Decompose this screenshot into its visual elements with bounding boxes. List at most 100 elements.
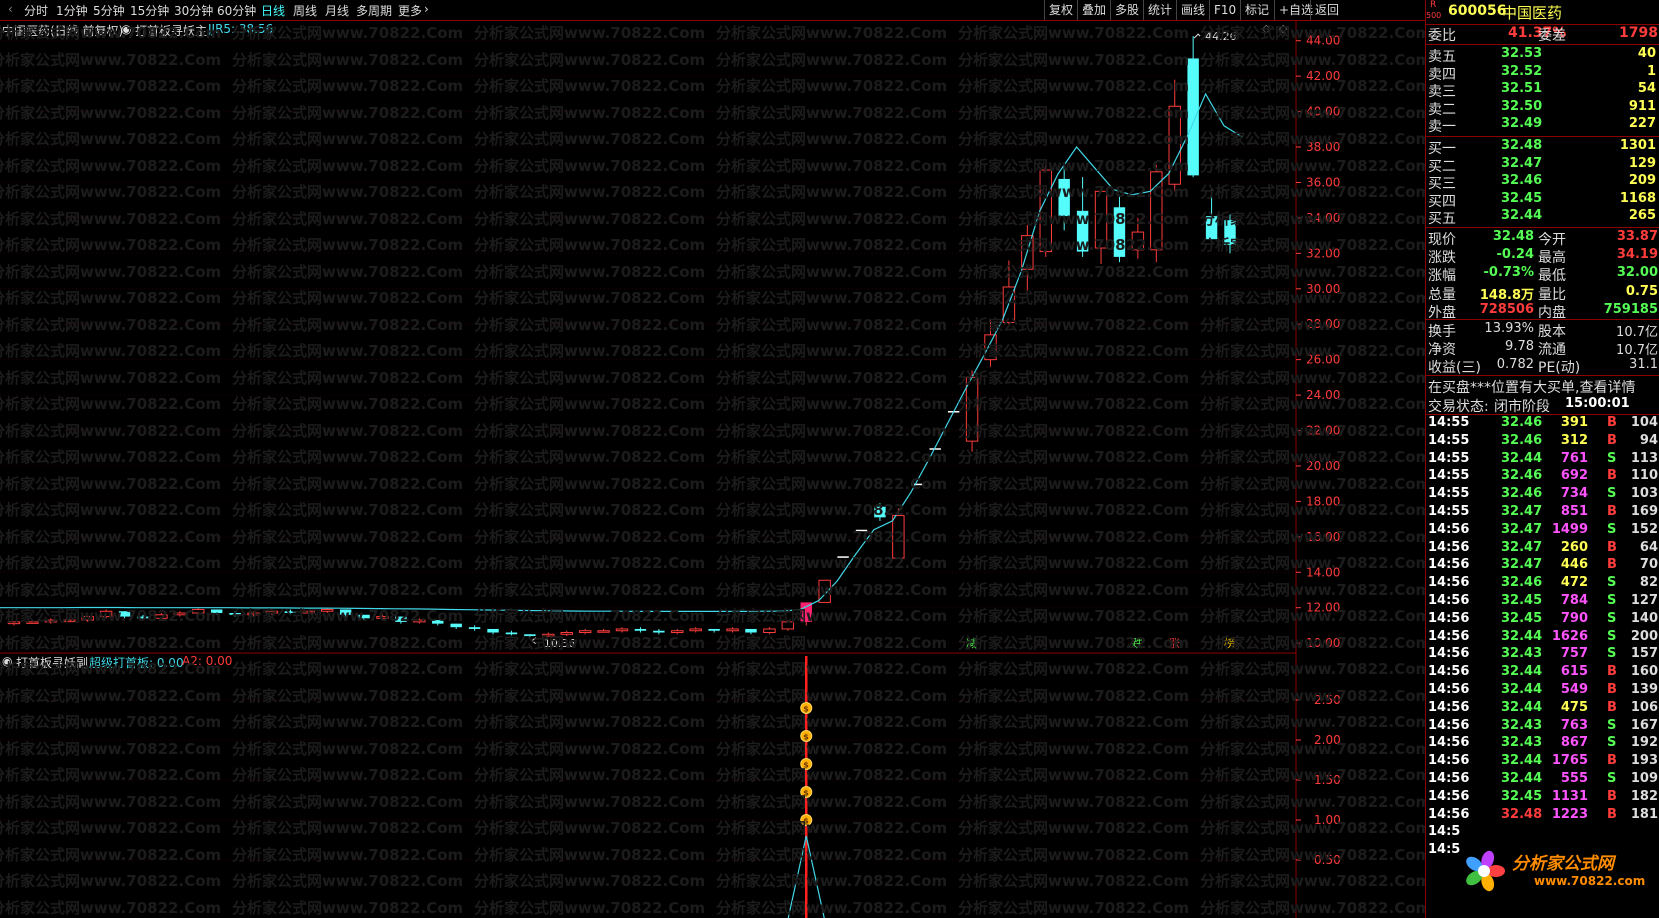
stat-value: 32.00 [1616, 265, 1658, 281]
bid-row[interactable]: 买四 32.45 1168 [1426, 190, 1659, 210]
ask-row[interactable]: 卖三 32.51 54 [1426, 81, 1659, 100]
separator [1426, 319, 1659, 320]
bid-row[interactable]: 买三 32.46 209 [1426, 173, 1659, 192]
period-tab-6[interactable]: 日线 [261, 2, 285, 19]
weicha-label: 委差 [1538, 28, 1566, 44]
tick-row: 14:5 [1426, 824, 1659, 842]
watermark-text: 分析家公式网www.70822.Com [232, 130, 464, 148]
left-arrow-icon[interactable]: ‹ [8, 2, 13, 16]
notice-row[interactable]: 在买盘***位置有大买单,查看详情 [1426, 377, 1659, 397]
stat-value: 0.75 [1625, 283, 1658, 299]
trade-status-label: 交易状态: [1428, 399, 1489, 415]
watermark-text: 分析家公式网www.70822.Com [958, 501, 1190, 519]
ask-row[interactable]: 卖五 32.53 40 [1426, 46, 1659, 65]
watermark-text: 分析家公式网www.70822.Com [474, 103, 706, 122]
tick-side: B [1607, 664, 1617, 680]
tick-side: B [1607, 788, 1617, 804]
period-tab-3[interactable]: 15分钟 [130, 2, 169, 19]
watermark-text: 分析家公式网www.70822.Com [474, 395, 706, 413]
period-tab-4[interactable]: 30分钟 [174, 2, 213, 19]
notice-text[interactable]: 在买盘***位置有大买单,查看详情 [1428, 377, 1635, 397]
quote-panel: R 500 600056 中国医药 委比 41.37% 委差 1798 卖五 32.53 40 卖四 3… [1425, 0, 1659, 918]
tick-price: 32.43 [1501, 646, 1543, 662]
toolbar-button-6[interactable]: 标记 [1240, 0, 1273, 20]
toolbar-button-8[interactable]: 返回 [1310, 0, 1343, 20]
watermark-text: 分析家公式网www.70822.Com [958, 713, 1190, 731]
trade-time: 15:00:01 [1565, 396, 1630, 411]
tick-count: 110 [1630, 468, 1658, 484]
period-tab-2[interactable]: 5分钟 [93, 2, 125, 19]
ask-row[interactable]: 卖四 32.52 1 [1426, 64, 1659, 83]
watermark-text: 分析家公式网www.70822.Com [958, 845, 1190, 864]
tick-price: 32.48 [1501, 806, 1543, 822]
watermark-text: 分析家公式网www.70822.Com [474, 236, 706, 254]
bid-volume: 1168 [1619, 190, 1656, 206]
tick-price: 32.44 [1501, 628, 1543, 644]
tick-count: 103 [1630, 486, 1658, 502]
tick-time: 14:56 [1428, 628, 1470, 644]
tick-count: 70 [1639, 557, 1658, 573]
separator [1426, 227, 1659, 228]
watermark-text: 分析家公式网www.70822.Com [958, 156, 1190, 175]
watermark-text: 分析家公式网www.70822.Com [716, 368, 948, 387]
tick-time: 14:56 [1428, 735, 1470, 751]
fund-label: 流通 [1538, 342, 1566, 359]
candle-body [689, 628, 702, 632]
tick-time: 14:56 [1428, 539, 1470, 555]
period-toolbar: 分时 1分钟 5分钟 15分钟 30分钟 60分钟 日线 周线 月线 多周期 更多 › ‹ 复权 叠加 多股统… [0, 0, 1425, 21]
watermark-text: 分析家公式网www.70822.Com [0, 607, 222, 625]
bid-price: 32.48 [1501, 138, 1543, 153]
watermark-text: 分析家公式网www.70822.Com [958, 527, 1190, 546]
ask-price: 32.50 [1501, 98, 1543, 114]
period-tab-8[interactable]: 月线 [325, 2, 349, 19]
kline-chart-area[interactable]: 44.00 42.00 40.00 38.00 36.00 34.00 32.00 30.00… [0, 21, 1431, 918]
ask-row[interactable]: 卖二 32.50 911 [1426, 98, 1659, 118]
watermark-text: 分析家公式网www.70822.Com [716, 342, 948, 360]
ask-volume: 40 [1637, 46, 1656, 61]
period-tab-7[interactable]: 周线 [293, 2, 317, 19]
fund-value: 0.782 [1496, 357, 1534, 373]
watermark-text: 分析家公式网www.70822.Com [1200, 845, 1432, 864]
candle[interactable] [1187, 36, 1199, 178]
toolbar-button-3[interactable]: 统计 [1143, 0, 1176, 20]
more-chevron-icon[interactable]: › [424, 2, 429, 16]
bid-row[interactable]: 买一 32.48 1301 [1426, 138, 1659, 157]
period-tab-0[interactable]: 分时 [24, 2, 48, 19]
watermark-text: 分析家公式网www.70822.Com [716, 236, 948, 254]
watermark-text: 分析家公式网www.70822.Com [232, 792, 464, 811]
candle[interactable] [468, 625, 481, 631]
toolbar-button-5[interactable]: F10 [1209, 0, 1240, 20]
watermark-text: 分析家公式网www.70822.Com [232, 898, 464, 917]
toolbar-button-4[interactable]: 画线 [1176, 0, 1209, 20]
period-tab-10[interactable]: 更多 [398, 2, 422, 19]
watermark-text: 分析家公式网www.70822.Com [958, 368, 1190, 387]
tick-row: 14:56 32.45 1131 B 182 [1426, 789, 1659, 807]
period-tab-9[interactable]: 多周期 [356, 2, 392, 19]
tick-volume: 312 [1560, 432, 1588, 448]
period-tab-1[interactable]: 1分钟 [56, 2, 88, 19]
watermark-text: 分析家公式网www.70822.Com [958, 24, 1190, 42]
tick-volume: 1223 [1551, 806, 1588, 822]
tick-volume: 1131 [1551, 788, 1588, 804]
watermark-text: 分析家公式网www.70822.Com [474, 660, 706, 678]
ask-row[interactable]: 卖一 32.49 227 [1426, 116, 1659, 135]
tick-time: 14:56 [1428, 753, 1470, 769]
bid-row[interactable]: 买五 32.44 265 [1426, 208, 1659, 227]
watermark-text: 分析家公式网www.70822.Com [474, 262, 706, 281]
watermark-text: 分析家公式网www.70822.Com [716, 289, 948, 307]
stat-value: 759185 [1603, 301, 1658, 317]
stat-label: 现价 [1428, 232, 1456, 248]
watermark-text: 分析家公式网www.70822.Com [1200, 289, 1432, 307]
toolbar-button-0[interactable]: 复权 [1044, 0, 1077, 20]
watermark-text: 分析家公式网www.70822.Com [232, 209, 464, 228]
watermark-text: 分析家公式网www.70822.Com [232, 315, 464, 334]
toolbar-button-1[interactable]: 叠加 [1077, 0, 1110, 20]
watermark-text: 分析家公式网www.70822.Com [0, 686, 222, 705]
tick-volume: 260 [1560, 539, 1588, 555]
toolbar-button-2[interactable]: 多股 [1110, 0, 1143, 20]
bid-row[interactable]: 买二 32.47 129 [1426, 156, 1659, 175]
period-tab-5[interactable]: 60分钟 [217, 2, 256, 19]
tick-side: S [1607, 450, 1617, 466]
tick-volume: 1626 [1551, 628, 1588, 644]
separator [1426, 375, 1659, 376]
